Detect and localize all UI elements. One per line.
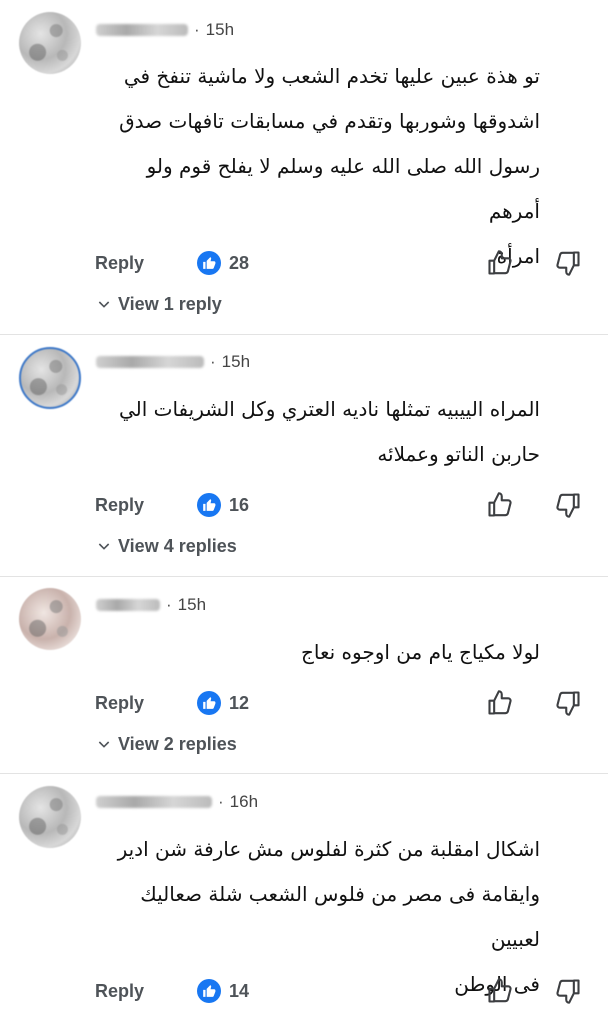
view-replies-label: View 1 reply bbox=[118, 293, 222, 314]
avatar[interactable] bbox=[19, 12, 81, 74]
comment-text: المراه الييبيه تمثلها ناديه العتري وكل ا… bbox=[96, 387, 540, 477]
author-name-redacted[interactable] bbox=[96, 356, 204, 368]
meta-dot: · bbox=[218, 792, 224, 811]
author-name-redacted[interactable] bbox=[96, 599, 160, 611]
like-badge-icon bbox=[197, 251, 221, 275]
thumbs-down-icon[interactable] bbox=[554, 689, 582, 717]
thumbs-up-icon[interactable] bbox=[486, 491, 514, 519]
comment-actions: Reply 12 bbox=[0, 686, 608, 720]
view-replies-button[interactable]: View 1 reply bbox=[96, 289, 222, 319]
comment-line: المراه الييبيه تمثلها ناديه العتري وكل ا… bbox=[118, 397, 540, 421]
comment-time: 16h bbox=[229, 792, 259, 811]
reply-button[interactable]: Reply bbox=[95, 974, 144, 1008]
like-count: 16 bbox=[229, 494, 250, 515]
thumbs-down-icon[interactable] bbox=[554, 977, 582, 1005]
comment-meta: · 16h bbox=[96, 790, 258, 814]
comment-line: تو هذة عبين عليها تخدم الشعب ولا ماشية ت… bbox=[123, 64, 540, 88]
thumbs-down-icon[interactable] bbox=[554, 491, 582, 519]
divider bbox=[0, 576, 608, 577]
view-replies-button[interactable]: View 4 replies bbox=[96, 531, 237, 561]
like-badge-icon bbox=[197, 493, 221, 517]
comment-time: 15h bbox=[221, 352, 251, 371]
comment-line: وايقامة فى مصر من فلوس الشعب شلة صعاليك … bbox=[140, 882, 540, 951]
reply-button[interactable]: Reply bbox=[95, 686, 144, 720]
like-summary[interactable]: 16 bbox=[197, 493, 249, 517]
comment-line: رسول الله صلى الله عليه وسلم لا يفلح قوم… bbox=[146, 154, 540, 223]
avatar[interactable] bbox=[19, 786, 81, 848]
chevron-down-icon bbox=[98, 301, 110, 308]
comment-actions: Reply 16 bbox=[0, 488, 608, 522]
comment-line: لولا مكياج يام من اوجوه نعاج bbox=[300, 640, 540, 664]
comment-time: 15h bbox=[177, 595, 207, 614]
meta-dot: · bbox=[166, 595, 172, 614]
thumbs-up-icon[interactable] bbox=[486, 977, 514, 1005]
like-badge-icon bbox=[197, 979, 221, 1003]
thumbs-up-icon[interactable] bbox=[486, 249, 514, 277]
reply-button[interactable]: Reply bbox=[95, 246, 144, 280]
reply-button[interactable]: Reply bbox=[95, 488, 144, 522]
comment-actions: Reply 28 bbox=[0, 246, 608, 280]
author-name-redacted[interactable] bbox=[96, 796, 212, 808]
comment-line: حاربن الناتو وعملائه bbox=[377, 442, 540, 466]
like-count: 28 bbox=[229, 252, 250, 273]
meta-dot: · bbox=[210, 352, 216, 371]
comment-meta: · 15h bbox=[96, 350, 250, 374]
comment-meta: · 15h bbox=[96, 593, 206, 617]
comment-text: لولا مكياج يام من اوجوه نعاج bbox=[96, 630, 540, 675]
divider bbox=[0, 334, 608, 335]
divider bbox=[0, 773, 608, 774]
chevron-down-icon bbox=[98, 543, 110, 550]
meta-dot: · bbox=[194, 20, 200, 39]
avatar[interactable] bbox=[19, 588, 81, 650]
like-summary[interactable]: 14 bbox=[197, 979, 249, 1003]
comment-time: 15h bbox=[205, 20, 235, 39]
like-summary[interactable]: 28 bbox=[197, 251, 249, 275]
view-replies-label: View 4 replies bbox=[118, 535, 237, 556]
like-count: 14 bbox=[229, 980, 250, 1001]
view-replies-label: View 2 replies bbox=[118, 733, 237, 754]
like-badge-icon bbox=[197, 691, 221, 715]
comment-line: اشدوقها وشوربها وتقدم في مسابقات تافهات … bbox=[119, 109, 540, 133]
avatar[interactable] bbox=[19, 347, 81, 409]
like-count: 12 bbox=[229, 692, 250, 713]
comment-meta: · 15h bbox=[96, 18, 234, 42]
thumbs-up-icon[interactable] bbox=[486, 689, 514, 717]
view-replies-button[interactable]: View 2 replies bbox=[96, 729, 237, 759]
comment-actions: Reply 14 bbox=[0, 974, 608, 1008]
author-name-redacted[interactable] bbox=[96, 24, 188, 36]
comment-line: اشكال امقلبة من كثرة لفلوس مش عارفة شن ا… bbox=[117, 837, 540, 861]
chevron-down-icon bbox=[98, 741, 110, 748]
like-summary[interactable]: 12 bbox=[197, 691, 249, 715]
thumbs-down-icon[interactable] bbox=[554, 249, 582, 277]
